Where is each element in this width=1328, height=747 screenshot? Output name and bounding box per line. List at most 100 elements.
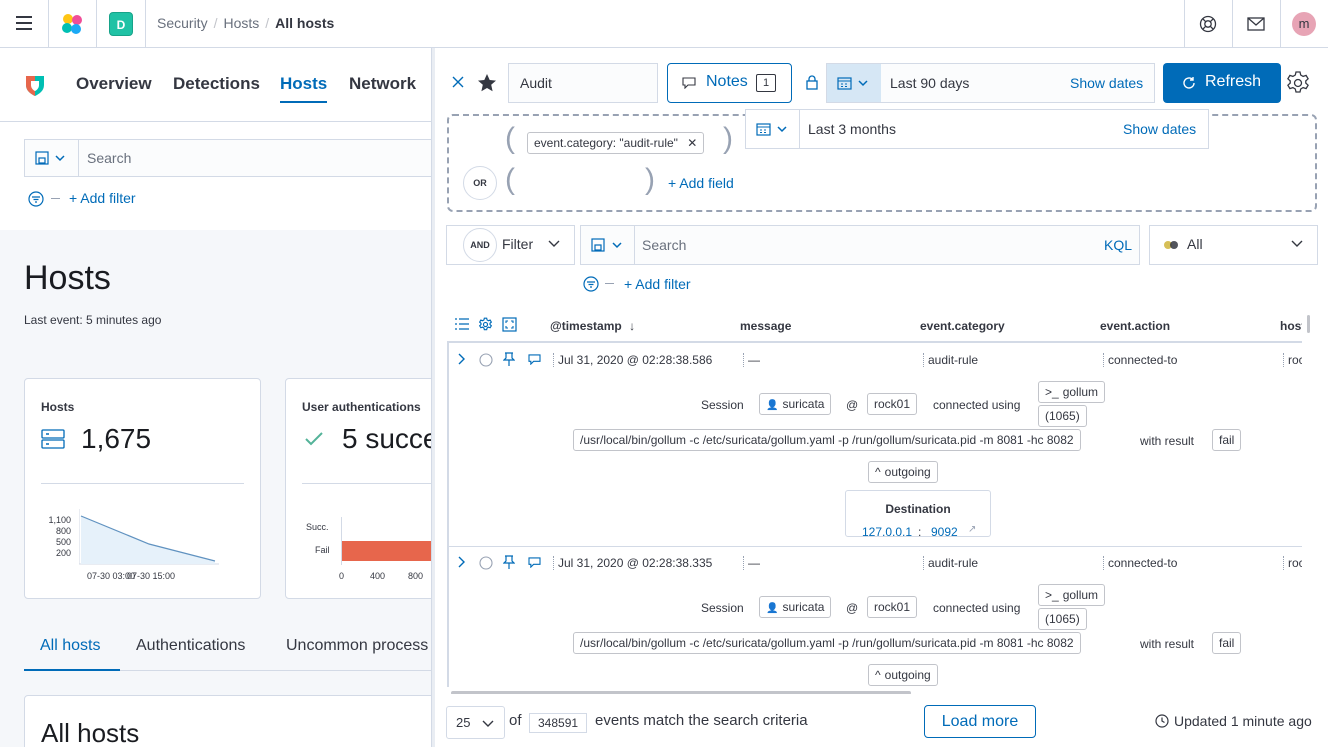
data-source-icon bbox=[1163, 240, 1179, 250]
add-filter-link[interactable]: + Add filter bbox=[69, 190, 136, 206]
search-input[interactable]: Search bbox=[642, 237, 686, 253]
x-tick: 07-30 15:00 bbox=[127, 571, 176, 581]
process-chip[interactable]: >_ gollum bbox=[1038, 381, 1106, 403]
query-date-range[interactable]: Last 3 months bbox=[808, 121, 896, 137]
page-size-select[interactable]: 25 bbox=[446, 706, 505, 739]
date-range-value[interactable]: Last 90 days bbox=[890, 75, 969, 91]
saved-query-icon[interactable] bbox=[35, 151, 71, 165]
user-name: suricata bbox=[782, 600, 825, 614]
refresh-button[interactable]: Refresh bbox=[1163, 63, 1281, 103]
select-row-checkbox[interactable] bbox=[479, 353, 493, 367]
and-badge: AND bbox=[463, 228, 497, 262]
filter-icon[interactable] bbox=[583, 276, 599, 292]
tab-detections[interactable]: Detections bbox=[173, 74, 260, 94]
elastic-logo-icon[interactable] bbox=[60, 12, 84, 36]
add-note-icon[interactable] bbox=[528, 557, 541, 568]
row-divider bbox=[447, 546, 1302, 547]
chip-close-icon[interactable]: ✕ bbox=[687, 136, 697, 150]
command-chip[interactable]: /usr/local/bin/gollum -c /etc/suricata/g… bbox=[573, 632, 1081, 654]
notes-label: Notes bbox=[706, 73, 748, 90]
direction-chip[interactable]: ^ outgoing bbox=[868, 461, 938, 483]
pid-chip[interactable]: (1065) bbox=[1038, 608, 1087, 630]
kql-toggle[interactable]: KQL bbox=[1104, 237, 1132, 253]
settings-icon[interactable] bbox=[478, 317, 493, 332]
fullscreen-icon[interactable] bbox=[502, 317, 517, 332]
breadcrumb-security[interactable]: Security bbox=[157, 15, 208, 31]
mail-icon[interactable] bbox=[1247, 17, 1265, 31]
add-filter-link[interactable]: + Add filter bbox=[624, 276, 691, 292]
timeline-title-input[interactable]: Audit bbox=[508, 63, 658, 103]
dest-ip-link[interactable]: 127.0.0.1 bbox=[862, 525, 912, 539]
load-more-button[interactable]: Load more bbox=[924, 705, 1036, 738]
host-cell-link[interactable]: rock01 bbox=[1283, 556, 1302, 570]
group-close-paren: ) bbox=[645, 163, 655, 196]
refresh-icon bbox=[1182, 76, 1196, 90]
result-chip[interactable]: fail bbox=[1212, 632, 1242, 654]
tab-authentications[interactable]: Authentications bbox=[136, 637, 245, 655]
tab-uncommon-processes[interactable]: Uncommon process bbox=[286, 637, 428, 655]
breadcrumb-hosts[interactable]: Hosts bbox=[223, 15, 259, 31]
add-note-icon[interactable] bbox=[528, 354, 541, 365]
pin-icon[interactable] bbox=[503, 352, 515, 366]
command-chip[interactable]: /usr/local/bin/gollum -c /etc/suricata/g… bbox=[573, 429, 1081, 451]
favorite-star-icon[interactable] bbox=[477, 73, 497, 93]
tab-hosts[interactable]: Hosts bbox=[280, 74, 328, 103]
filter-icon[interactable] bbox=[28, 191, 44, 207]
expand-row-icon[interactable] bbox=[458, 556, 466, 568]
divider bbox=[1280, 0, 1281, 48]
destination-label: Destination bbox=[885, 502, 951, 516]
quick-menu-button[interactable] bbox=[827, 64, 881, 102]
space-avatar[interactable]: D bbox=[109, 12, 133, 36]
timeline-search-bar: Search KQL bbox=[580, 225, 1140, 265]
host-cell-link[interactable]: rock01 bbox=[1283, 353, 1302, 367]
user-avatar[interactable]: m bbox=[1292, 12, 1316, 36]
tab-overview[interactable]: Overview bbox=[76, 74, 152, 94]
message-cell: — bbox=[743, 556, 760, 570]
direction-chip[interactable]: ^ outgoing bbox=[868, 664, 938, 686]
column-header-event-action[interactable]: event.action bbox=[1100, 319, 1170, 333]
saved-query-icon[interactable] bbox=[591, 238, 627, 252]
query-show-dates[interactable]: Show dates bbox=[1123, 121, 1196, 137]
gear-icon[interactable] bbox=[1285, 70, 1311, 96]
show-dates-link[interactable]: Show dates bbox=[1070, 75, 1143, 91]
column-header-message[interactable]: message bbox=[740, 319, 791, 333]
hostname-chip[interactable]: rock01 bbox=[867, 393, 918, 415]
user-chip[interactable]: 👤 suricata bbox=[759, 393, 832, 415]
hostname-chip[interactable]: rock01 bbox=[867, 596, 918, 618]
close-icon[interactable] bbox=[452, 76, 464, 88]
search-input[interactable]: Search bbox=[87, 150, 131, 166]
menu-icon[interactable] bbox=[16, 16, 32, 30]
column-header-event-category[interactable]: event.category bbox=[920, 319, 1005, 333]
vertical-scrollbar[interactable] bbox=[1307, 315, 1310, 333]
calendar-icon[interactable] bbox=[756, 122, 792, 136]
result-chip[interactable]: fail bbox=[1212, 429, 1242, 451]
notes-count-badge: 1 bbox=[756, 74, 776, 92]
tab-all-hosts[interactable]: All hosts bbox=[40, 637, 100, 655]
expand-row-icon[interactable] bbox=[458, 353, 466, 365]
connected-using-label: connected using bbox=[933, 398, 1021, 412]
data-source-select[interactable]: All bbox=[1149, 225, 1318, 265]
query-chip[interactable]: event.category: "audit-rule" ✕ bbox=[527, 132, 705, 154]
notes-button[interactable]: Notes 1 bbox=[667, 63, 792, 103]
page-title: Hosts bbox=[24, 259, 111, 297]
check-icon bbox=[304, 431, 324, 447]
lock-icon[interactable] bbox=[806, 75, 818, 90]
section-title: All hosts bbox=[41, 718, 140, 747]
external-link-icon[interactable]: ↗ bbox=[968, 524, 976, 535]
user-chip[interactable]: 👤 suricata bbox=[759, 596, 832, 618]
column-header-host[interactable]: host bbox=[1280, 319, 1302, 333]
select-row-checkbox[interactable] bbox=[479, 556, 493, 570]
help-icon[interactable] bbox=[1199, 15, 1217, 33]
add-field-link[interactable]: + Add field bbox=[668, 175, 734, 191]
tab-network[interactable]: Network bbox=[349, 74, 416, 94]
user-icon: 👤 bbox=[766, 603, 779, 614]
process-chip[interactable]: >_ gollum bbox=[1038, 584, 1106, 606]
pid-chip[interactable]: (1065) bbox=[1038, 405, 1087, 427]
column-header-timestamp[interactable]: @timestamp ↓ bbox=[550, 319, 635, 333]
filter-operator-select[interactable]: AND Filter bbox=[446, 225, 575, 265]
pin-icon[interactable] bbox=[503, 555, 515, 569]
with-result-label: with result bbox=[1140, 637, 1195, 651]
dest-port-link[interactable]: 9092 bbox=[931, 525, 958, 539]
direction-label: outgoing bbox=[884, 668, 931, 682]
field-browser-icon[interactable] bbox=[455, 318, 469, 330]
